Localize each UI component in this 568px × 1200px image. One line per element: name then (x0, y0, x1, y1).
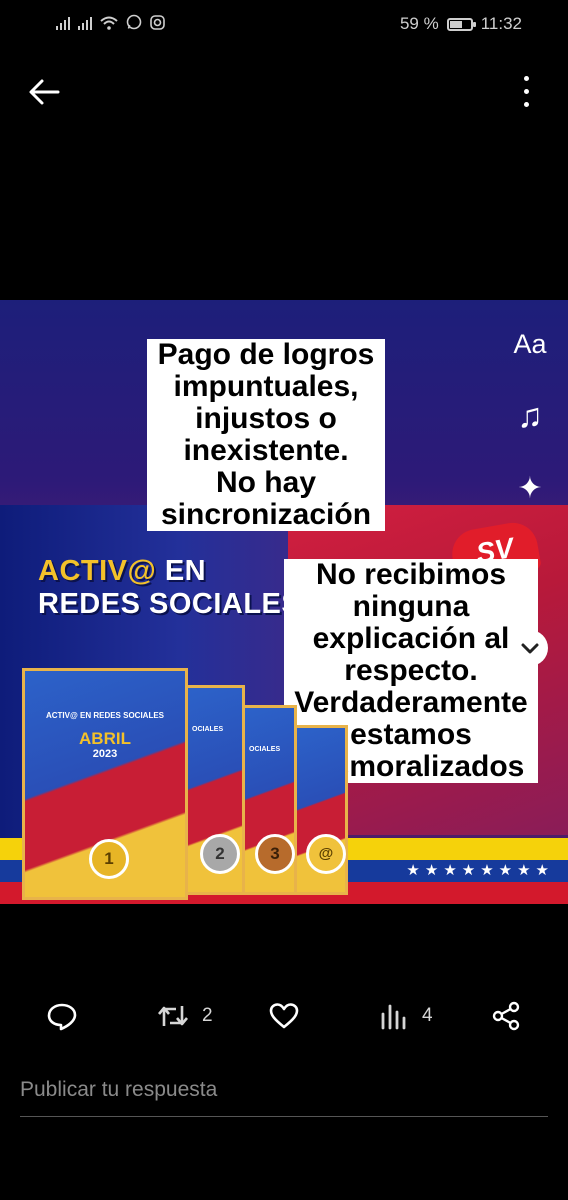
battery-icon (446, 17, 476, 31)
book-cover: OCIALES 3 (242, 705, 297, 895)
sticker-line: Pago de logros (152, 339, 380, 371)
book-year: 2023 (92, 748, 118, 760)
reply-placeholder: Publicar tu respuesta (20, 1078, 218, 1101)
more-vertical-dot (524, 89, 529, 94)
heart-icon (269, 1003, 299, 1029)
retweet-icon (158, 1006, 188, 1026)
analytics-icon (381, 1004, 406, 1030)
views-button[interactable]: 4 (380, 998, 433, 1034)
medal-icon: @ (306, 834, 346, 874)
book-heading: OCIALES (249, 746, 281, 753)
sticker-line: ninguna (347, 591, 475, 623)
medal-icon: 1 (89, 839, 129, 879)
more-vertical-dot (524, 102, 529, 107)
arrow-left-icon (29, 79, 60, 105)
sticker-line: respecto. (339, 655, 483, 687)
back-button[interactable] (26, 74, 66, 110)
sparkle-icon: ✦ (517, 472, 543, 505)
retweet-count: 2 (202, 1005, 213, 1026)
sticker-line: No hay (210, 467, 322, 499)
sticker-line: Verdaderamente (289, 687, 533, 719)
more-options-button[interactable] (512, 72, 540, 112)
poster-title-accent: ACTIV@ (38, 555, 157, 587)
status-icons-left (56, 14, 165, 30)
chevron-down-icon (521, 643, 539, 654)
views-count: 4 (422, 1005, 433, 1026)
retweet-button[interactable]: 2 (156, 998, 213, 1034)
post-image[interactable]: ACTIV@ EN REDES SOCIALES @ OCIALES 3 OCI… (0, 300, 568, 904)
status-icons-right: 59 % 11:32 (400, 14, 522, 34)
sticker-line: inexistente. (178, 435, 354, 467)
more-vertical-icon (524, 76, 529, 81)
poster-title-line2: REDES SOCIALES (38, 588, 302, 620)
whatsapp-icon (126, 14, 142, 30)
medal-icon: 2 (200, 834, 240, 874)
sticker-line: sincronización (155, 499, 377, 531)
music-tool-button[interactable]: ♫ (505, 394, 555, 438)
sticker-line: estamos (345, 719, 477, 751)
like-button[interactable] (268, 998, 312, 1034)
signal-icon (56, 16, 70, 30)
sticker-line: injustos o (190, 403, 342, 435)
poster-title: ACTIV@ EN REDES SOCIALES (38, 555, 301, 621)
signal-icon (78, 16, 92, 30)
medal-icon: 3 (255, 834, 295, 874)
wifi-icon (100, 16, 118, 30)
sticker-line: impuntuales, (168, 371, 364, 403)
instagram-icon (150, 15, 165, 30)
comment-icon (47, 1003, 77, 1031)
share-icon (492, 1001, 520, 1031)
music-icon: ♫ (517, 397, 543, 435)
text-sticker-top[interactable]: Pago de logros impuntuales, injustos o i… (147, 339, 385, 531)
sticker-line: No recibimos (310, 559, 512, 591)
book-heading: OCIALES (192, 726, 224, 733)
reply-button[interactable] (46, 998, 90, 1034)
battery-percent: 59 % (399, 14, 439, 33)
sticker-line: explicación al (307, 623, 515, 655)
expand-tools-button[interactable] (512, 630, 548, 666)
post-actions: 2 4 (0, 990, 568, 1042)
book-cover: ACTIV@ EN REDES SOCIALES ABRIL 2023 1 (22, 668, 188, 900)
text-tool-icon: Aa (513, 329, 547, 359)
status-bar: 59 % 11:32 (0, 0, 568, 48)
share-button[interactable] (490, 998, 522, 1034)
book-heading: ACTIV@ EN REDES SOCIALES (45, 711, 165, 720)
poster-title-rest: EN (156, 555, 207, 587)
book-cover: OCIALES 2 (185, 685, 245, 895)
clock: 11:32 (480, 14, 522, 33)
book-month: ABRIL (79, 729, 131, 748)
flag-stars: ★★★★★★★★ (406, 862, 554, 879)
text-tool-button[interactable]: Aa (505, 322, 555, 366)
book-cover: @ (293, 725, 348, 895)
reply-input[interactable]: Publicar tu respuesta (20, 1070, 548, 1117)
effects-tool-button[interactable]: ✦ (505, 467, 555, 511)
